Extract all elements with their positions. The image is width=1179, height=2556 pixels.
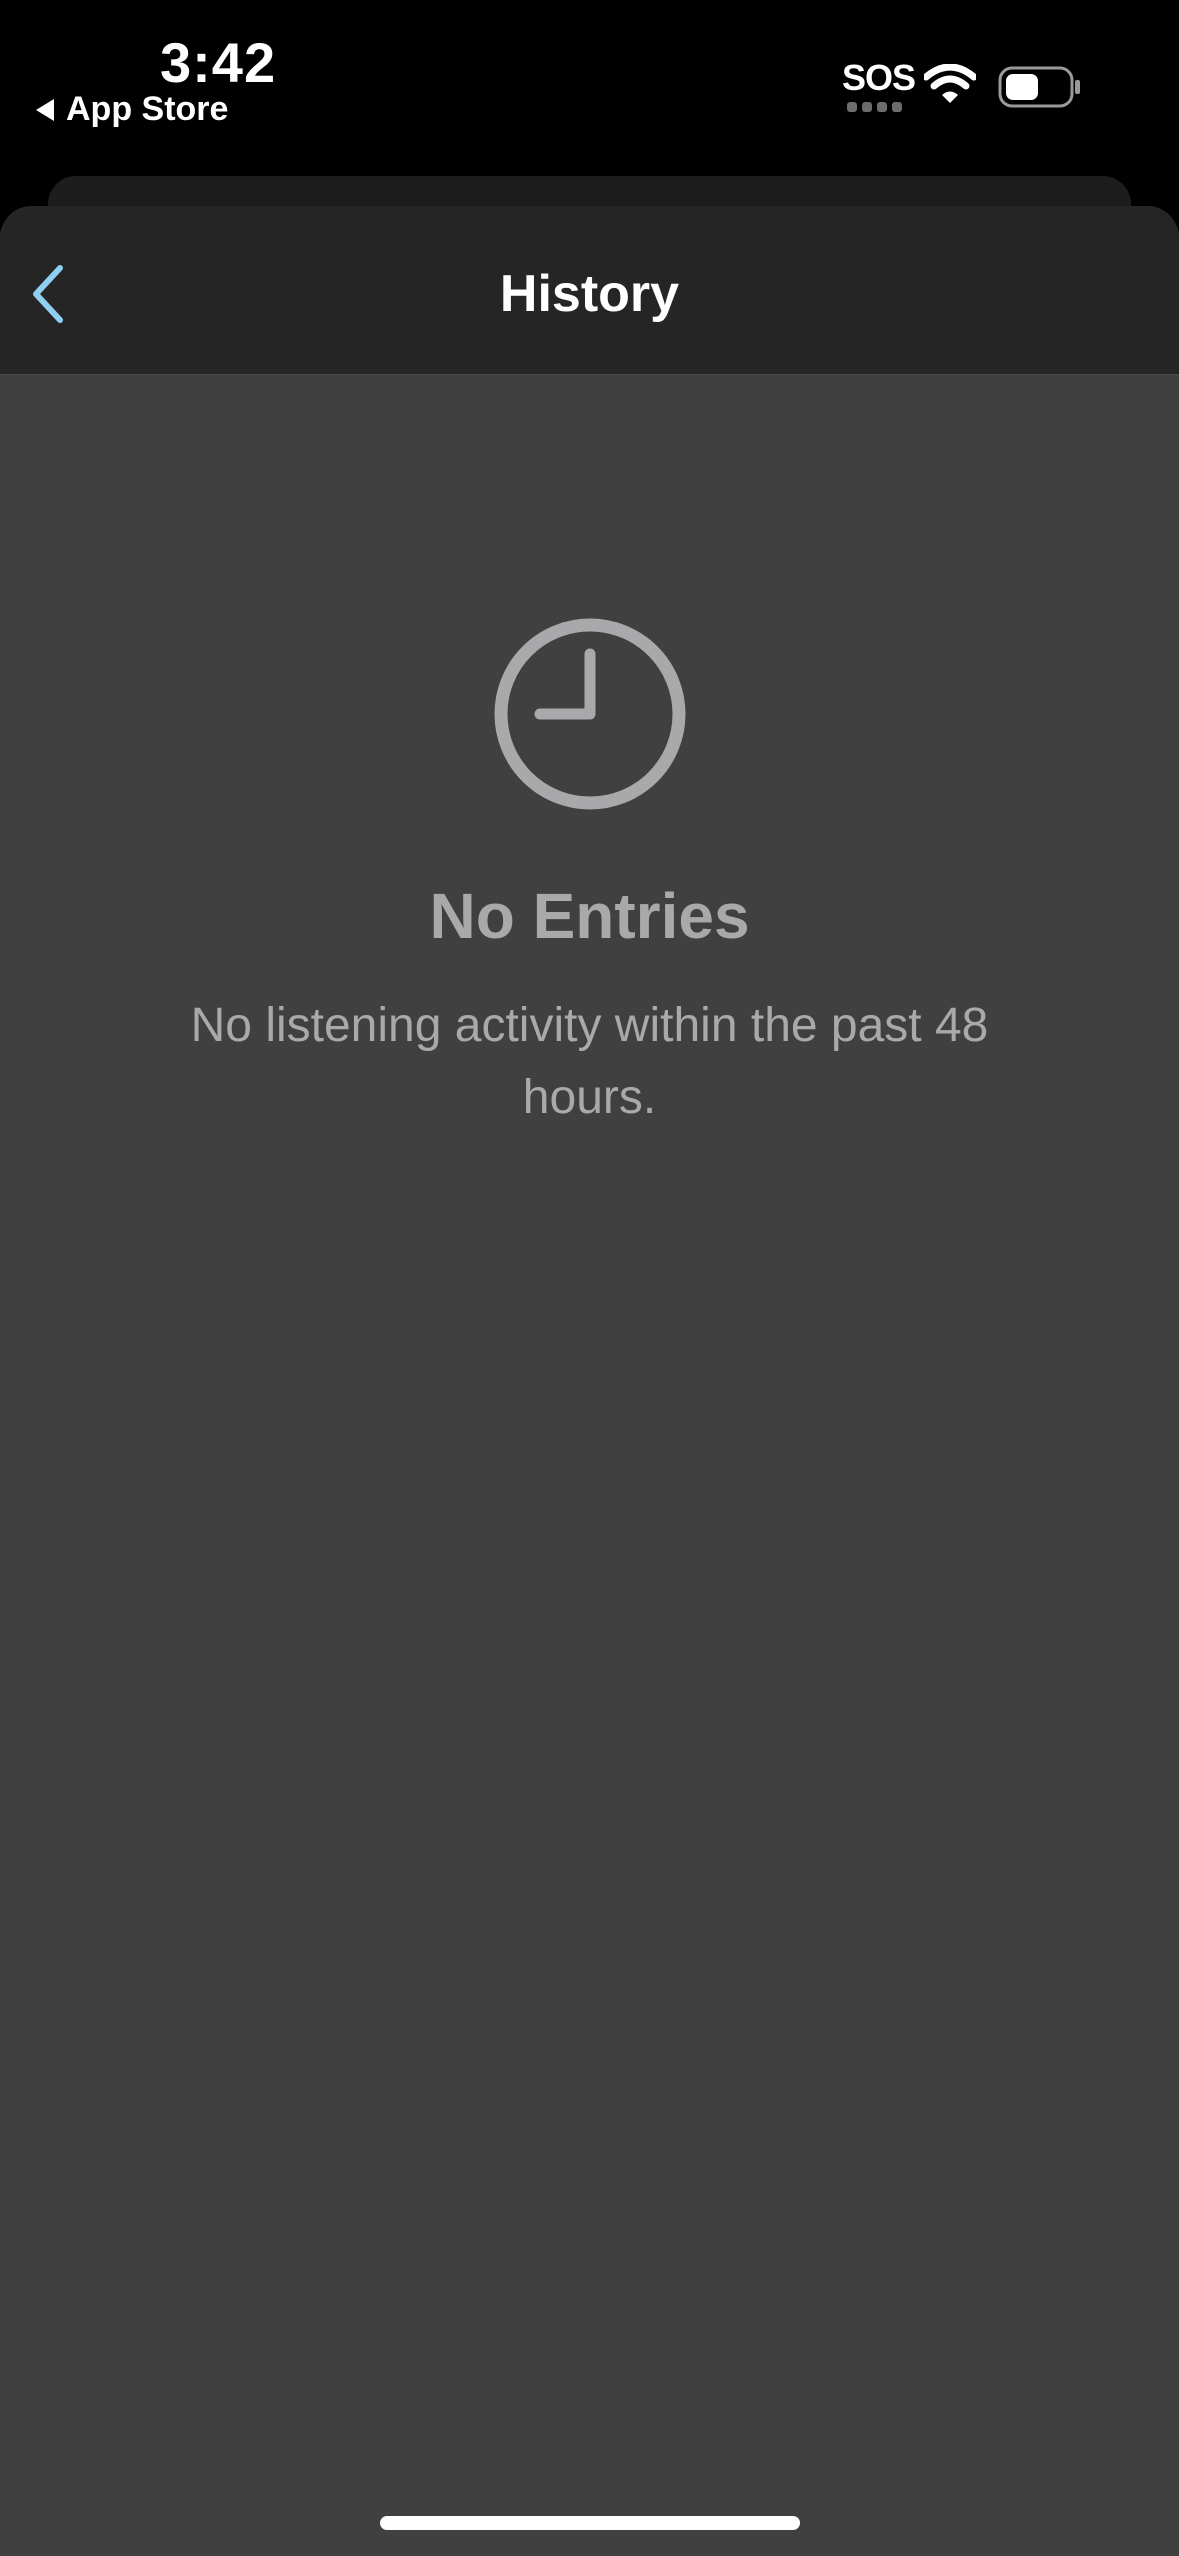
signal-dots-icon	[842, 102, 906, 112]
wifi-icon	[924, 64, 976, 103]
sos-label: SOS	[842, 57, 916, 98]
battery-icon	[998, 66, 1080, 108]
empty-state-title: No Entries	[429, 880, 750, 952]
home-indicator[interactable]	[380, 2516, 800, 2530]
history-sheet: History No Entries No listening activity…	[0, 206, 1179, 2556]
clock-icon	[494, 618, 685, 810]
status-time: 3:42	[160, 31, 277, 94]
nav-bar: History	[0, 206, 1179, 375]
empty-state-message: No listening activity within the past 48…	[190, 999, 989, 1124]
page-title: History	[499, 265, 680, 323]
sos-indicator: SOS	[842, 57, 916, 112]
status-bar: 3:42 App Store SOS	[0, 0, 1179, 175]
back-to-app-label: App Store	[66, 90, 229, 128]
empty-state: No Entries No listening activity within …	[0, 616, 1179, 1134]
back-triangle-icon	[36, 98, 54, 121]
back-to-app-store[interactable]: App Store	[36, 90, 228, 129]
